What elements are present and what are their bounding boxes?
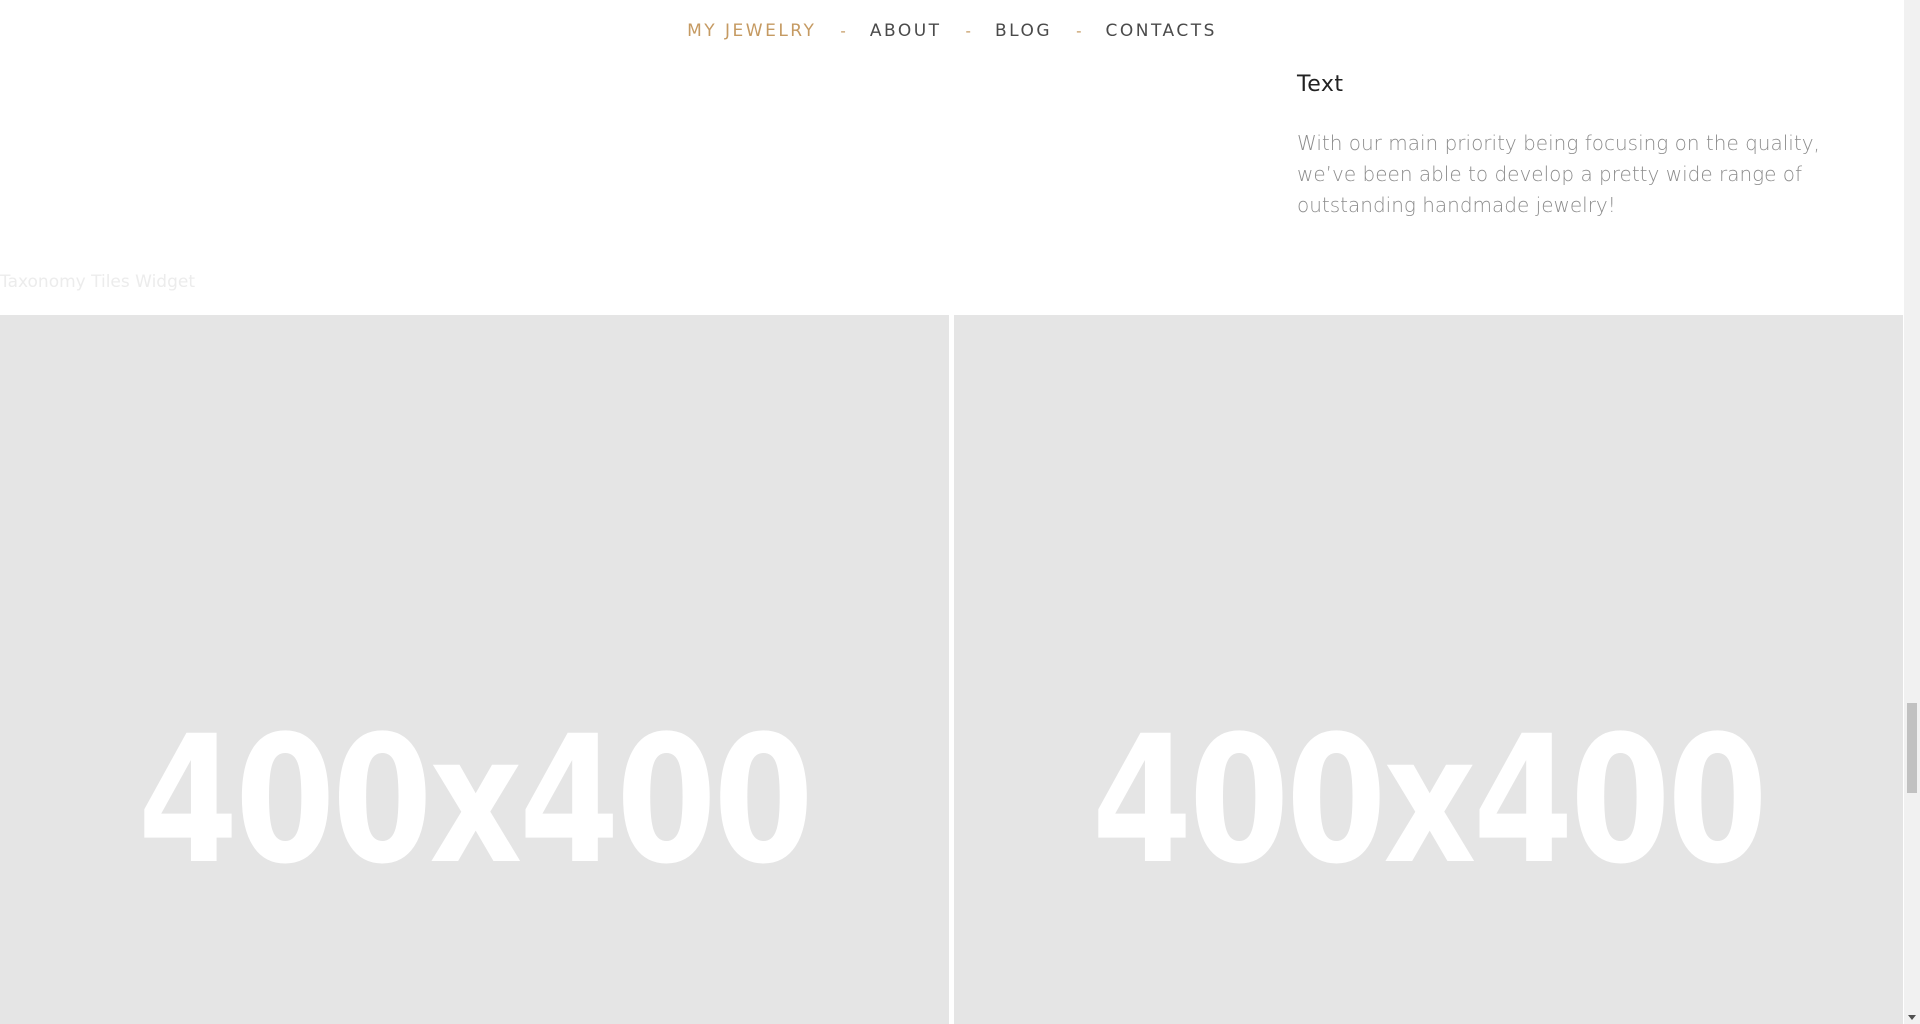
text-widget-body: With our main priority being focusing on… — [1297, 131, 1820, 217]
tile-placeholder-text: 400x400 — [138, 697, 814, 903]
nav-separator: - — [840, 22, 846, 40]
taxonomy-tile[interactable]: 400x400 — [0, 315, 949, 1024]
vertical-scrollbar[interactable] — [1904, 0, 1920, 1024]
taxonomy-widget-label: Taxonomy Tiles Widget — [0, 272, 196, 292]
nav-separator: - — [1076, 22, 1082, 40]
taxonomy-tile[interactable]: 400x400 — [954, 315, 1903, 1024]
tile-placeholder-text: 400x400 — [1092, 697, 1768, 903]
tile-image-placeholder: 400x400 — [954, 697, 1903, 903]
nav-item-my-jewelry[interactable]: MY JEWELRY — [687, 21, 816, 41]
nav-separator: - — [965, 22, 971, 40]
tile-image-placeholder: 400x400 — [0, 697, 949, 903]
nav-item-blog[interactable]: BLOG — [995, 21, 1052, 41]
main-navigation: MY JEWELRY - ABOUT - BLOG - CONTACTS — [0, 0, 1904, 62]
scroll-down-arrow-icon[interactable] — [1908, 1015, 1916, 1020]
page: MY JEWELRY - ABOUT - BLOG - CONTACTS Tex… — [0, 0, 1920, 1024]
nav-item-contacts[interactable]: CONTACTS — [1105, 21, 1216, 41]
scrollbar-thumb[interactable] — [1907, 703, 1917, 793]
nav-item-about[interactable]: ABOUT — [870, 21, 942, 41]
text-widget-title: Text — [1297, 72, 1344, 97]
